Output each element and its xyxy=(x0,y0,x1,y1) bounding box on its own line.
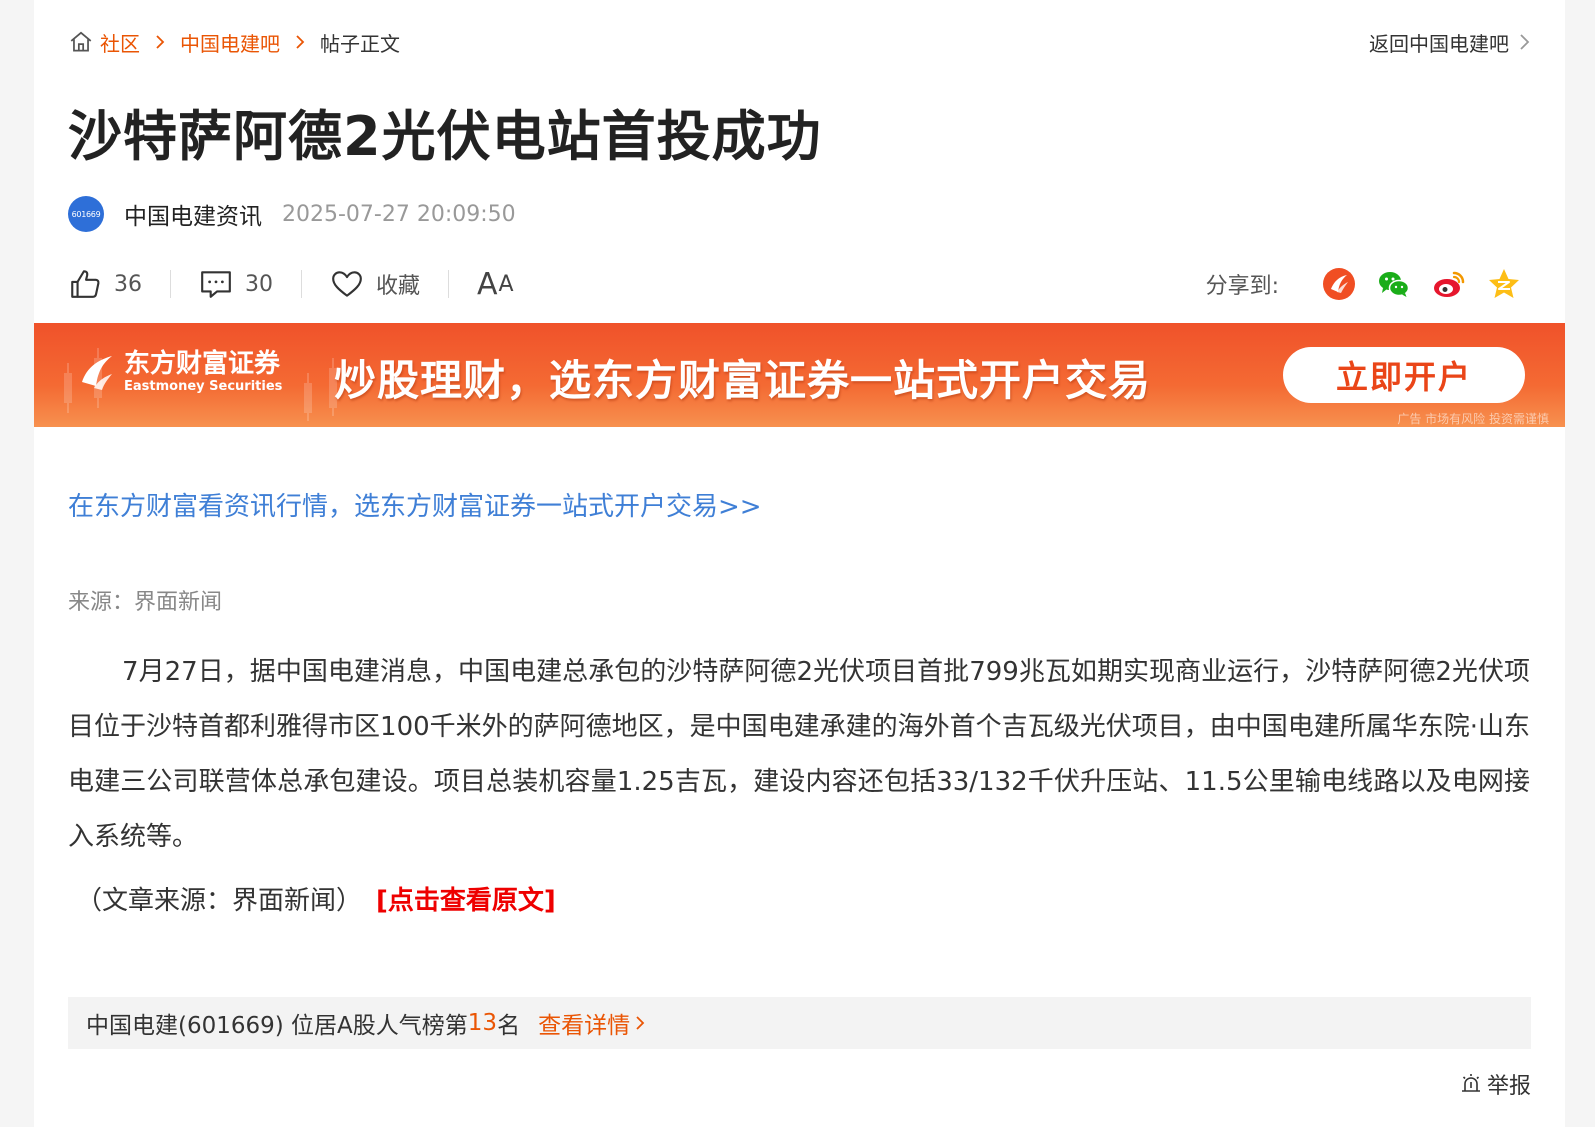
weibo-icon[interactable] xyxy=(1432,267,1466,301)
chevron-right-icon xyxy=(1520,34,1530,50)
breadcrumb-community[interactable]: 社区 xyxy=(100,28,140,57)
share-bar: 分享到: xyxy=(1206,262,1521,306)
chevron-right-icon xyxy=(636,1016,645,1030)
favorite-button[interactable]: 收藏 xyxy=(330,267,420,301)
comment-icon xyxy=(201,271,231,298)
logo-english-text: Eastmoney Securities xyxy=(124,379,283,394)
favorite-label: 收藏 xyxy=(376,274,421,299)
eastmoney-icon[interactable] xyxy=(1322,267,1356,301)
article-body: 7月27日，据中国电建消息，中国电建总承包的沙特萨阿德2光伏项目首批799兆瓦如… xyxy=(68,657,1530,852)
rank-prefix: 中国电建(601669) 位居A股人气榜第 xyxy=(86,1013,468,1039)
share-label: 分享到: xyxy=(1205,274,1279,299)
report-button[interactable]: 举报 xyxy=(1459,1066,1531,1102)
promo-link[interactable]: 在东方财富看资讯行情，选东方财富证券一站式开户交易>> xyxy=(68,486,762,523)
breadcrumb-bar[interactable]: 中国电建吧 xyxy=(180,28,280,57)
page-title: 沙特萨阿德2光伏电站首投成功 xyxy=(68,105,822,168)
author-info: 601669 中国电建资讯 2025-07-27 20:09:50 xyxy=(68,192,516,236)
like-button[interactable]: 36 xyxy=(68,267,142,301)
heart-icon xyxy=(332,271,362,297)
home-icon[interactable] xyxy=(68,29,94,55)
content-area: 社区 中国电建吧 帖子正文 返回中国电建吧 沙特萨阿德2光伏电站首投成功 601… xyxy=(68,0,1531,1127)
eastmoney-securities-logo: 东方财富证券 Eastmoney Securities xyxy=(78,349,282,395)
divider xyxy=(170,270,171,298)
wechat-icon[interactable] xyxy=(1377,267,1411,301)
post-time: 2025-07-27 20:09:50 xyxy=(282,201,516,227)
action-bar: 36 30 收藏 AA xyxy=(68,262,515,306)
back-to-bar-label: 返回中国电建吧 xyxy=(1369,31,1509,56)
author-name[interactable]: 中国电建资讯 xyxy=(124,197,262,231)
ad-disclaimer: 广告 市场有风险 投资需谨慎 xyxy=(1397,412,1549,426)
chevron-right-icon xyxy=(296,35,305,49)
avatar[interactable]: 601669 xyxy=(68,196,104,232)
banner-slogan: 炒股理财，选东方财富证券一站式开户交易 xyxy=(334,356,1152,405)
open-account-button[interactable]: 立即开户 xyxy=(1283,347,1525,403)
qzone-icon[interactable] xyxy=(1487,267,1521,301)
thumbs-up-icon xyxy=(71,270,100,298)
report-label: 举报 xyxy=(1486,1074,1531,1099)
rank-number: 13 xyxy=(467,1010,498,1036)
page: 社区 中国电建吧 帖子正文 返回中国电建吧 沙特萨阿德2光伏电站首投成功 601… xyxy=(34,0,1565,1127)
comment-count: 30 xyxy=(245,271,273,297)
rank-suffix: 名 xyxy=(497,1013,521,1039)
divider xyxy=(301,270,302,298)
article-reference: （文章来源：界面新闻） [点击查看原文] xyxy=(76,880,556,917)
rank-details-link[interactable]: 查看详情 xyxy=(538,1006,646,1040)
rank-details-label: 查看详情 xyxy=(538,1013,631,1039)
reference-text: （文章来源：界面新闻） xyxy=(76,886,363,916)
breadcrumb: 社区 中国电建吧 帖子正文 xyxy=(68,26,400,58)
ad-banner[interactable]: 东方财富证券 Eastmoney Securities 炒股理财，选东方财富证券… xyxy=(34,323,1565,427)
breadcrumb-current: 帖子正文 xyxy=(320,31,400,56)
logo-chinese-text: 东方财富证券 xyxy=(124,349,281,379)
popularity-rank-bar: 中国电建(601669) 位居A股人气榜第 13 名 查看详情 xyxy=(68,997,1531,1049)
article-source: 来源：界面新闻 xyxy=(68,590,223,615)
font-size-small-a: A xyxy=(498,271,515,297)
view-original-link[interactable]: [点击查看原文] xyxy=(376,886,556,916)
chevron-right-icon xyxy=(156,35,165,49)
alarm-bell-icon xyxy=(1461,1074,1480,1092)
font-size-large-a: A xyxy=(477,266,499,302)
font-size-button[interactable]: AA xyxy=(477,267,515,302)
comment-button[interactable]: 30 xyxy=(199,267,273,301)
eastmoney-logo-icon xyxy=(82,356,112,390)
divider xyxy=(448,270,450,298)
like-count: 36 xyxy=(114,271,142,297)
back-to-bar-link[interactable]: 返回中国电建吧 xyxy=(1369,26,1531,58)
